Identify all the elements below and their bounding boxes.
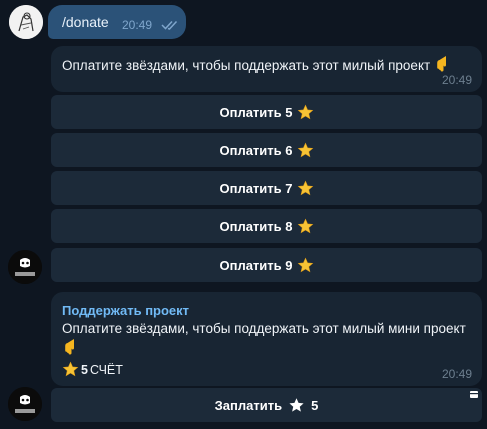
pointing-down-hand-icon: [437, 56, 446, 72]
bot-message: Оплатите звёздами, чтобы поддержать этот…: [51, 46, 482, 92]
pay-7-label: Оплатить 7: [219, 180, 293, 196]
star-icon: [297, 104, 313, 119]
invoice-price-amount: 5: [81, 362, 88, 377]
pay-invoice-button[interactable]: Заплатить 5: [51, 388, 482, 422]
user-avatar[interactable]: [9, 5, 43, 39]
invoice-title: Поддержать проект: [62, 303, 190, 318]
star-icon: [297, 180, 313, 195]
pay-6-button[interactable]: Оплатить 6: [51, 133, 482, 167]
bot-message-text: Оплатите звёздами, чтобы поддержать этот…: [62, 58, 431, 73]
outgoing-message[interactable]: /donate 20:49: [48, 5, 186, 39]
invoice-message: Поддержать проект Оплатите звёздами, что…: [51, 292, 482, 386]
invoice-description: Оплатите звёздами, чтобы поддержать этот…: [62, 321, 466, 336]
pay-8-button[interactable]: Оплатить 8: [51, 209, 482, 243]
double-check-icon: [161, 20, 178, 30]
card-icon: [470, 391, 478, 398]
star-icon: [297, 218, 313, 233]
outgoing-message-text: /donate: [62, 14, 109, 30]
star-icon: [289, 397, 304, 412]
bot-message-time: 20:49: [441, 73, 472, 87]
pay-5-button[interactable]: Оплатить 5: [51, 95, 482, 129]
pay-9-button[interactable]: Оплатить 9: [51, 248, 482, 282]
pay-7-button[interactable]: Оплатить 7: [51, 171, 482, 205]
star-icon: [297, 142, 313, 157]
bot-avatar[interactable]: [8, 387, 42, 421]
bot-avatar[interactable]: [8, 250, 42, 284]
pay-invoice-amount: 5: [311, 397, 319, 413]
pointing-down-hand-icon: [65, 339, 74, 355]
pay-9-label: Оплатить 9: [219, 257, 293, 273]
star-icon: [62, 361, 79, 377]
pay-6-label: Оплатить 6: [219, 142, 293, 158]
pay-5-label: Оплатить 5: [219, 104, 293, 120]
outgoing-message-time: 20:49: [122, 18, 153, 32]
invoice-price-label: СЧЁТ: [89, 362, 123, 377]
pay-8-label: Оплатить 8: [219, 218, 293, 234]
invoice-price: 5 СЧЁТ: [62, 361, 123, 378]
invoice-time: 20:49: [441, 367, 472, 381]
pay-invoice-label: Заплатить: [214, 397, 283, 413]
star-icon: [297, 257, 313, 272]
